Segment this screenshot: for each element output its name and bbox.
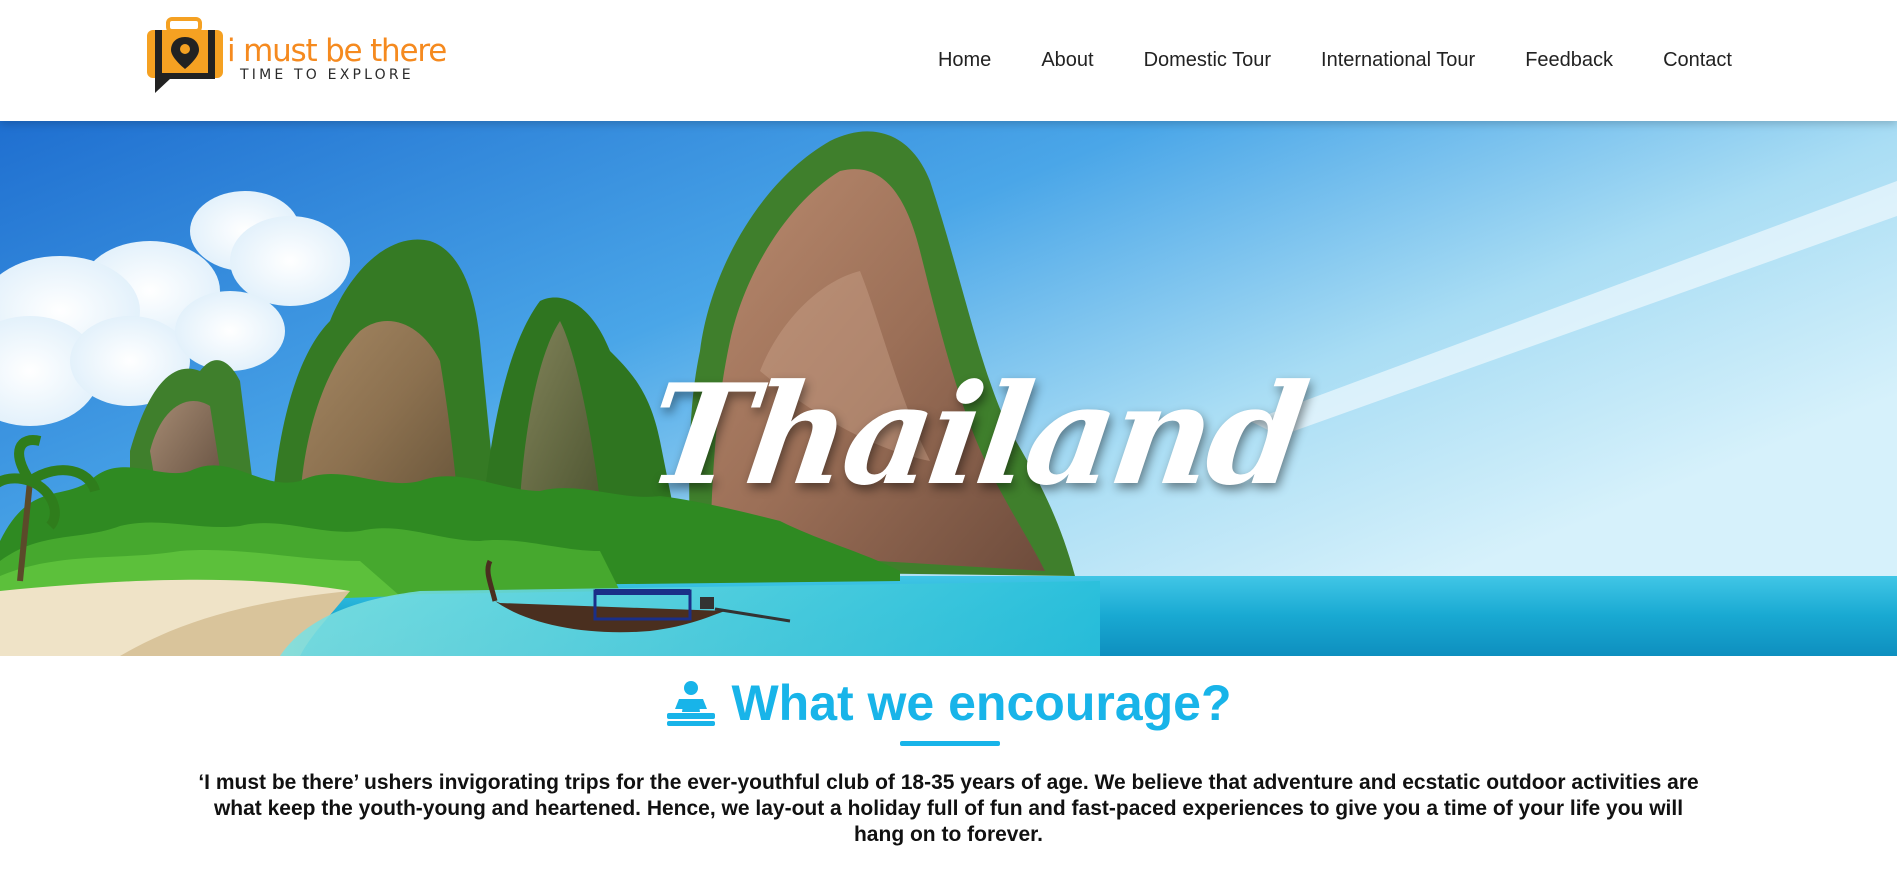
logo-title: i must be there	[227, 33, 447, 69]
section-heading: What we encourage?	[0, 678, 1897, 728]
encourage-section: What we encourage? ‘I must be there’ ush…	[0, 656, 1897, 870]
section-title: What we encourage?	[731, 675, 1232, 731]
nav-about[interactable]: About	[1041, 48, 1093, 72]
main-nav: Home About Domestic Tour International T…	[938, 48, 1732, 72]
nav-home[interactable]: Home	[938, 48, 991, 72]
hero-title: Thailand	[638, 353, 1314, 516]
nav-contact[interactable]: Contact	[1663, 48, 1732, 72]
nav-international-tour[interactable]: International Tour	[1321, 48, 1475, 72]
logo-tagline: TIME TO EXPLORE	[240, 67, 414, 83]
nav-feedback[interactable]: Feedback	[1525, 48, 1613, 72]
site-header: i must be there TIME TO EXPLORE Home Abo…	[0, 0, 1897, 121]
section-description: ‘I must be there’ ushers invigorating tr…	[198, 771, 1699, 846]
site-logo[interactable]: i must be there TIME TO EXPLORE	[145, 17, 447, 95]
luggage-location-pin-logo-icon	[147, 17, 223, 93]
hero-banner: Thailand	[0, 121, 1897, 656]
nav-domestic-tour[interactable]: Domestic Tour	[1144, 48, 1271, 72]
section-title-underline	[900, 741, 1000, 746]
person-meditation-icon	[667, 681, 716, 726]
